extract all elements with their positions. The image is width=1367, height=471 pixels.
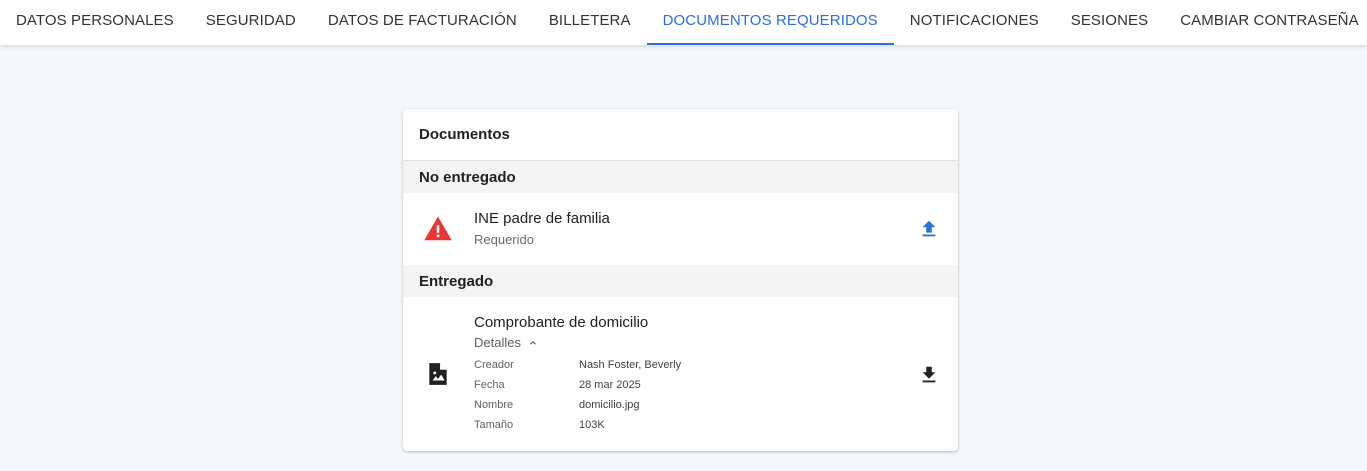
detail-row: Tamaño 103K	[474, 415, 681, 435]
upload-icon[interactable]	[918, 218, 940, 240]
tab-datos-personales[interactable]: DATOS PERSONALES	[0, 0, 190, 45]
detail-value: 28 mar 2025	[579, 379, 641, 391]
tab-datos-facturacion[interactable]: DATOS DE FACTURACIÓN	[312, 0, 533, 45]
tab-sesiones[interactable]: SESIONES	[1055, 0, 1165, 45]
tab-bar: DATOS PERSONALES SEGURIDAD DATOS DE FACT…	[0, 0, 1367, 45]
download-icon[interactable]	[918, 364, 940, 386]
card-title: Documentos	[403, 109, 958, 161]
tab-documentos-requeridos[interactable]: DOCUMENTOS REQUERIDOS	[646, 0, 894, 45]
list-item-pending-document: INE padre de familia Requerido	[403, 193, 958, 265]
image-file-icon	[429, 363, 447, 385]
details-list: Creador Nash Foster, Beverly Fecha 28 ma…	[474, 355, 681, 435]
tab-notificaciones[interactable]: NOTIFICACIONES	[894, 0, 1055, 45]
details-label: Detalles	[474, 335, 521, 350]
section-heading-delivered: Entregado	[403, 265, 958, 297]
list-item-delivered-document: Comprobante de domicilio Detalles Creado…	[403, 297, 958, 447]
detail-row: Nombre domicilio.jpg	[474, 395, 681, 415]
tab-seguridad[interactable]: SEGURIDAD	[190, 0, 312, 45]
detail-row: Creador Nash Foster, Beverly	[474, 355, 681, 375]
detail-value: domicilio.jpg	[579, 399, 640, 411]
detail-key: Nombre	[474, 399, 514, 411]
detail-key: Tamaño	[474, 419, 514, 431]
document-title: Comprobante de domicilio	[474, 314, 649, 331]
warning-icon	[424, 216, 452, 241]
detail-value: Nash Foster, Beverly	[579, 359, 682, 371]
chevron-up-icon	[530, 340, 536, 345]
detail-row: Fecha 28 mar 2025	[474, 375, 681, 395]
documents-card: Documentos No entregado INE padre de fam…	[403, 109, 958, 451]
document-title: INE padre de familia	[474, 210, 610, 227]
detail-key: Creador	[474, 359, 514, 371]
details-toggle[interactable]: Detalles	[474, 335, 537, 350]
tab-billetera[interactable]: BILLETERA	[533, 0, 647, 45]
document-status: Requerido	[474, 232, 534, 247]
detail-value: 103K	[579, 419, 605, 431]
tab-cambiar-contrasena[interactable]: CAMBIAR CONTRASEÑA	[1164, 0, 1367, 45]
section-heading-pending: No entregado	[403, 161, 958, 193]
detail-key: Fecha	[474, 379, 505, 391]
